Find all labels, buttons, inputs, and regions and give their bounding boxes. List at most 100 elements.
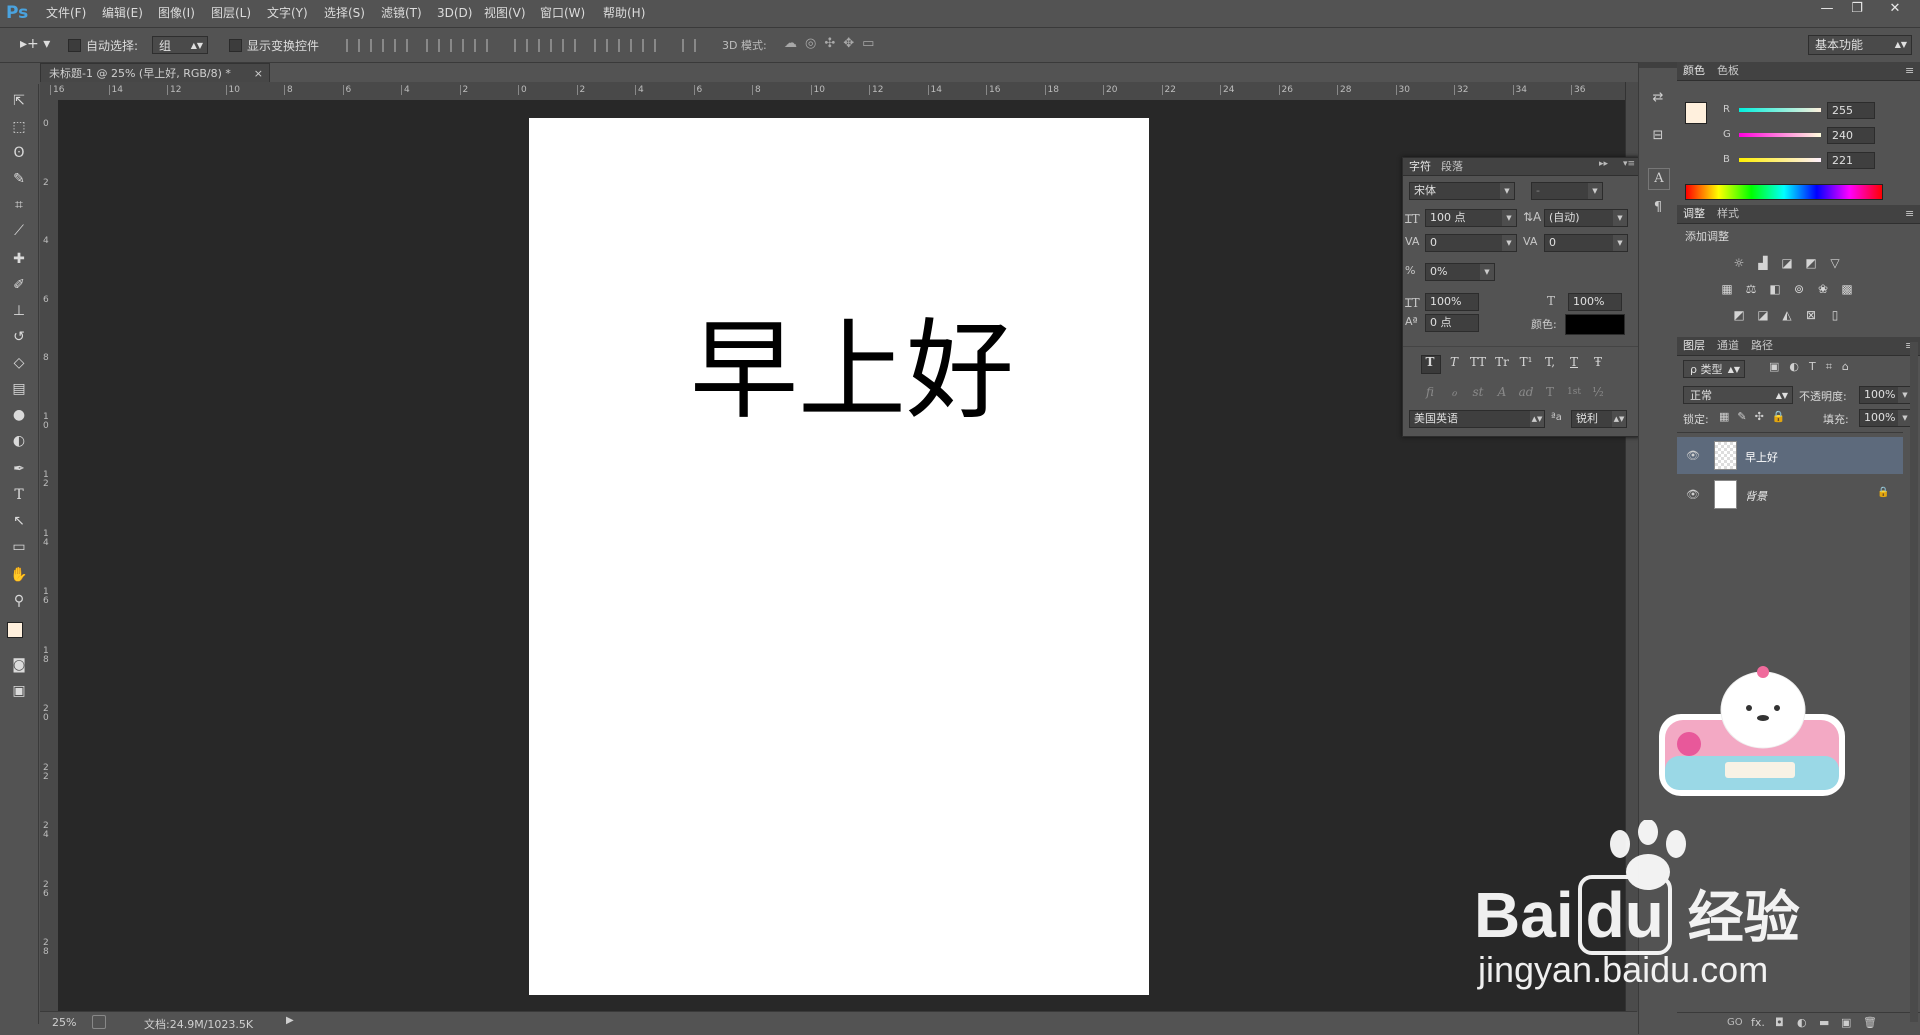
menu-file[interactable]: 文件(F): [46, 0, 86, 27]
leading-input[interactable]: (自动) ▼: [1544, 209, 1628, 227]
color-spectrum-bar[interactable]: [1685, 184, 1883, 200]
ordinal-st-button[interactable]: 1st: [1565, 384, 1583, 400]
font-family-select[interactable]: 宋体 ▼: [1409, 182, 1515, 200]
canvas-text-layer[interactable]: 早上好: [690, 312, 1020, 432]
levels-icon[interactable]: ▟: [1755, 256, 1771, 270]
font-size-input[interactable]: 100 点 ▼: [1425, 209, 1517, 227]
lock-icons[interactable]: ▦✎✣🔒: [1719, 410, 1794, 423]
paragraph-panel-icon[interactable]: ¶: [1648, 198, 1668, 218]
menu-edit[interactable]: 编辑(E): [102, 0, 143, 27]
fx-icon[interactable]: fx.: [1751, 1016, 1765, 1029]
3d-mode-icons[interactable]: ☁◎✣✥▭: [784, 36, 882, 51]
marquee-tool-icon[interactable]: ⬚: [8, 116, 30, 138]
stylistic-alternates-button[interactable]: A: [1493, 384, 1511, 400]
stamp-tool-icon[interactable]: ⊥: [8, 300, 30, 322]
zoom-level[interactable]: 25%: [52, 1016, 76, 1029]
quick-select-tool-icon[interactable]: ✎: [8, 168, 30, 190]
close-tab-icon[interactable]: ×: [254, 64, 263, 83]
posterize-icon[interactable]: ◪: [1755, 308, 1771, 322]
titling-alternates-button[interactable]: ad: [1517, 384, 1535, 400]
gradient-map-icon[interactable]: ▯: [1827, 308, 1843, 322]
distribute-left-icon[interactable]: [594, 39, 608, 52]
align-right-icon[interactable]: [474, 39, 488, 52]
history-panel-icon[interactable]: ⇄: [1648, 88, 1668, 108]
horizontal-scale-input[interactable]: 100%: [1568, 293, 1622, 311]
distribute-right-icon[interactable]: [642, 39, 656, 52]
ordinals-button[interactable]: T: [1541, 384, 1559, 400]
menu-select[interactable]: 选择(S): [324, 0, 365, 27]
opacity-input[interactable]: 100% ▼: [1859, 386, 1913, 404]
curves-icon[interactable]: ◪: [1779, 256, 1795, 270]
g-input[interactable]: 240: [1827, 127, 1875, 144]
type-tool-icon[interactable]: T: [8, 484, 30, 506]
color-lookup-icon[interactable]: ▩: [1839, 282, 1855, 296]
close-button[interactable]: ✕: [1880, 0, 1910, 18]
layers-scrollbar[interactable]: [1910, 342, 1918, 1022]
tab-channels[interactable]: 通道: [1717, 337, 1739, 355]
blend-mode-select[interactable]: 正常 ▲▼: [1683, 386, 1793, 404]
photo-filter-icon[interactable]: ⊚: [1791, 282, 1807, 296]
align-bottom-icon[interactable]: [394, 39, 408, 52]
underline-button[interactable]: T: [1565, 354, 1583, 370]
move-tool-preset-icon[interactable]: ▸+ ▾: [20, 36, 50, 52]
brush-tool-icon[interactable]: ✐: [8, 274, 30, 296]
exposure-icon[interactable]: ◩: [1803, 256, 1819, 270]
menu-image[interactable]: 图像(I): [158, 0, 195, 27]
healing-tool-icon[interactable]: ✚: [8, 248, 30, 270]
r-slider[interactable]: [1739, 108, 1821, 112]
menu-view[interactable]: 视图(V): [484, 0, 526, 27]
restore-button[interactable]: ❐: [1842, 0, 1872, 18]
text-color-swatch[interactable]: [1565, 314, 1625, 335]
layer-name[interactable]: 背景: [1745, 488, 1767, 504]
delete-layer-icon[interactable]: 🗑: [1863, 1016, 1877, 1029]
swash-button[interactable]: st: [1469, 384, 1487, 400]
tab-adjustments[interactable]: 调整: [1683, 205, 1705, 223]
new-adjustment-icon[interactable]: ◐: [1797, 1016, 1807, 1029]
lasso-tool-icon[interactable]: ʘ: [8, 142, 30, 164]
tab-layers[interactable]: 图层: [1683, 337, 1705, 355]
distribute-top-icon[interactable]: [514, 39, 528, 52]
menu-3d[interactable]: 3D(D): [437, 0, 472, 27]
path-select-tool-icon[interactable]: ↖: [8, 510, 30, 532]
strikethrough-button[interactable]: Ŧ: [1589, 354, 1607, 370]
fill-input[interactable]: 100% ▼: [1859, 409, 1913, 427]
workspace-dropdown[interactable]: 基本功能 ▲▼: [1808, 35, 1912, 55]
kerning-input[interactable]: 0 ▼: [1425, 234, 1517, 252]
eye-icon[interactable]: 👁: [1686, 449, 1700, 462]
faux-italic-button[interactable]: T: [1445, 354, 1463, 370]
vertical-scale-input[interactable]: 100%: [1425, 293, 1479, 311]
menu-filter[interactable]: 滤镜(T): [381, 0, 422, 27]
brightness-icon[interactable]: ☼: [1731, 256, 1747, 270]
hand-tool-icon[interactable]: ✋: [8, 564, 30, 586]
menu-type[interactable]: 文字(Y): [267, 0, 308, 27]
screen-mode-icon[interactable]: ▣: [8, 680, 30, 702]
tab-styles[interactable]: 样式: [1717, 205, 1739, 223]
minimize-button[interactable]: —: [1812, 0, 1842, 18]
ligature-button[interactable]: fi: [1421, 384, 1439, 400]
crop-tool-icon[interactable]: ⌗: [8, 194, 30, 216]
distribute-vcenter-icon[interactable]: [538, 39, 552, 52]
tab-paragraph[interactable]: 段落: [1441, 158, 1463, 175]
zoom-tool-icon[interactable]: ⚲: [8, 590, 30, 612]
move-tool-icon[interactable]: ⇱: [8, 90, 30, 112]
character-panel-icon[interactable]: A: [1648, 168, 1670, 190]
distribute-hcenter-icon[interactable]: [618, 39, 632, 52]
panel-menu-icon[interactable]: ▾≡: [1623, 159, 1635, 169]
auto-align-icon[interactable]: [682, 39, 696, 52]
g-slider[interactable]: [1739, 133, 1821, 137]
black-white-icon[interactable]: ◧: [1767, 282, 1783, 296]
align-hcenter-icon[interactable]: [450, 39, 464, 52]
foreground-color-box[interactable]: [1685, 102, 1707, 124]
menu-layer[interactable]: 图层(L): [211, 0, 251, 27]
faux-bold-button[interactable]: T: [1421, 354, 1439, 370]
fractions-button[interactable]: ½: [1589, 384, 1607, 400]
pen-tool-icon[interactable]: ✒: [8, 458, 30, 480]
b-slider[interactable]: [1739, 158, 1821, 162]
tracking-input[interactable]: 0 ▼: [1544, 234, 1628, 252]
selective-color-icon[interactable]: ⊠: [1803, 308, 1819, 322]
tab-swatches[interactable]: 色板: [1717, 62, 1739, 80]
quick-mask-icon[interactable]: ◙: [8, 654, 30, 676]
blur-tool-icon[interactable]: ●: [8, 404, 30, 426]
tab-character[interactable]: 字符: [1409, 158, 1431, 175]
tsume-input[interactable]: 0% ▼: [1425, 263, 1495, 281]
